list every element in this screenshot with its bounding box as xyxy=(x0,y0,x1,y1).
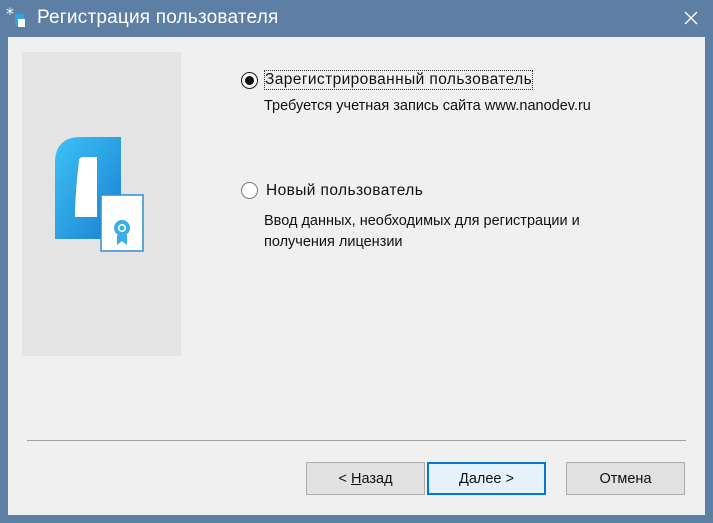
app-icon: * xyxy=(6,6,25,27)
back-button-prefix: < xyxy=(338,470,351,487)
svg-text:*: * xyxy=(6,6,14,23)
next-button-hotkey: Д xyxy=(459,470,469,487)
option-new-user-label[interactable]: Новый пользователь xyxy=(266,182,423,200)
next-button[interactable]: Далее > xyxy=(427,462,546,495)
product-logo-icon xyxy=(55,137,144,252)
option-registered-user-label[interactable]: Зарегистрированный пользователь xyxy=(263,70,534,90)
radio-new-user[interactable] xyxy=(241,182,258,199)
dialog-body: Зарегистрированный пользователь Требуетс… xyxy=(8,37,705,515)
back-button[interactable]: < Назад xyxy=(306,462,425,495)
option-registered-user-description: Требуется учетная запись сайта www.nanod… xyxy=(264,98,591,114)
back-button-hotkey: Н xyxy=(350,470,362,487)
divider xyxy=(27,440,686,441)
title-bar[interactable]: * Регистрация пользователя xyxy=(0,0,713,37)
window-title: Регистрация пользователя xyxy=(37,7,279,28)
back-button-rest: азад xyxy=(361,470,393,487)
option-new-user-description: Ввод данных, необходимых для регистрации… xyxy=(264,213,580,250)
cancel-button[interactable]: Отмена xyxy=(566,462,685,495)
side-banner xyxy=(22,52,181,356)
registration-dialog: * Регистрация пользователя Зарегистриров… xyxy=(0,0,713,523)
close-icon[interactable] xyxy=(679,6,703,30)
next-button-rest: алее > xyxy=(468,470,514,487)
radio-registered-user[interactable] xyxy=(241,72,258,89)
